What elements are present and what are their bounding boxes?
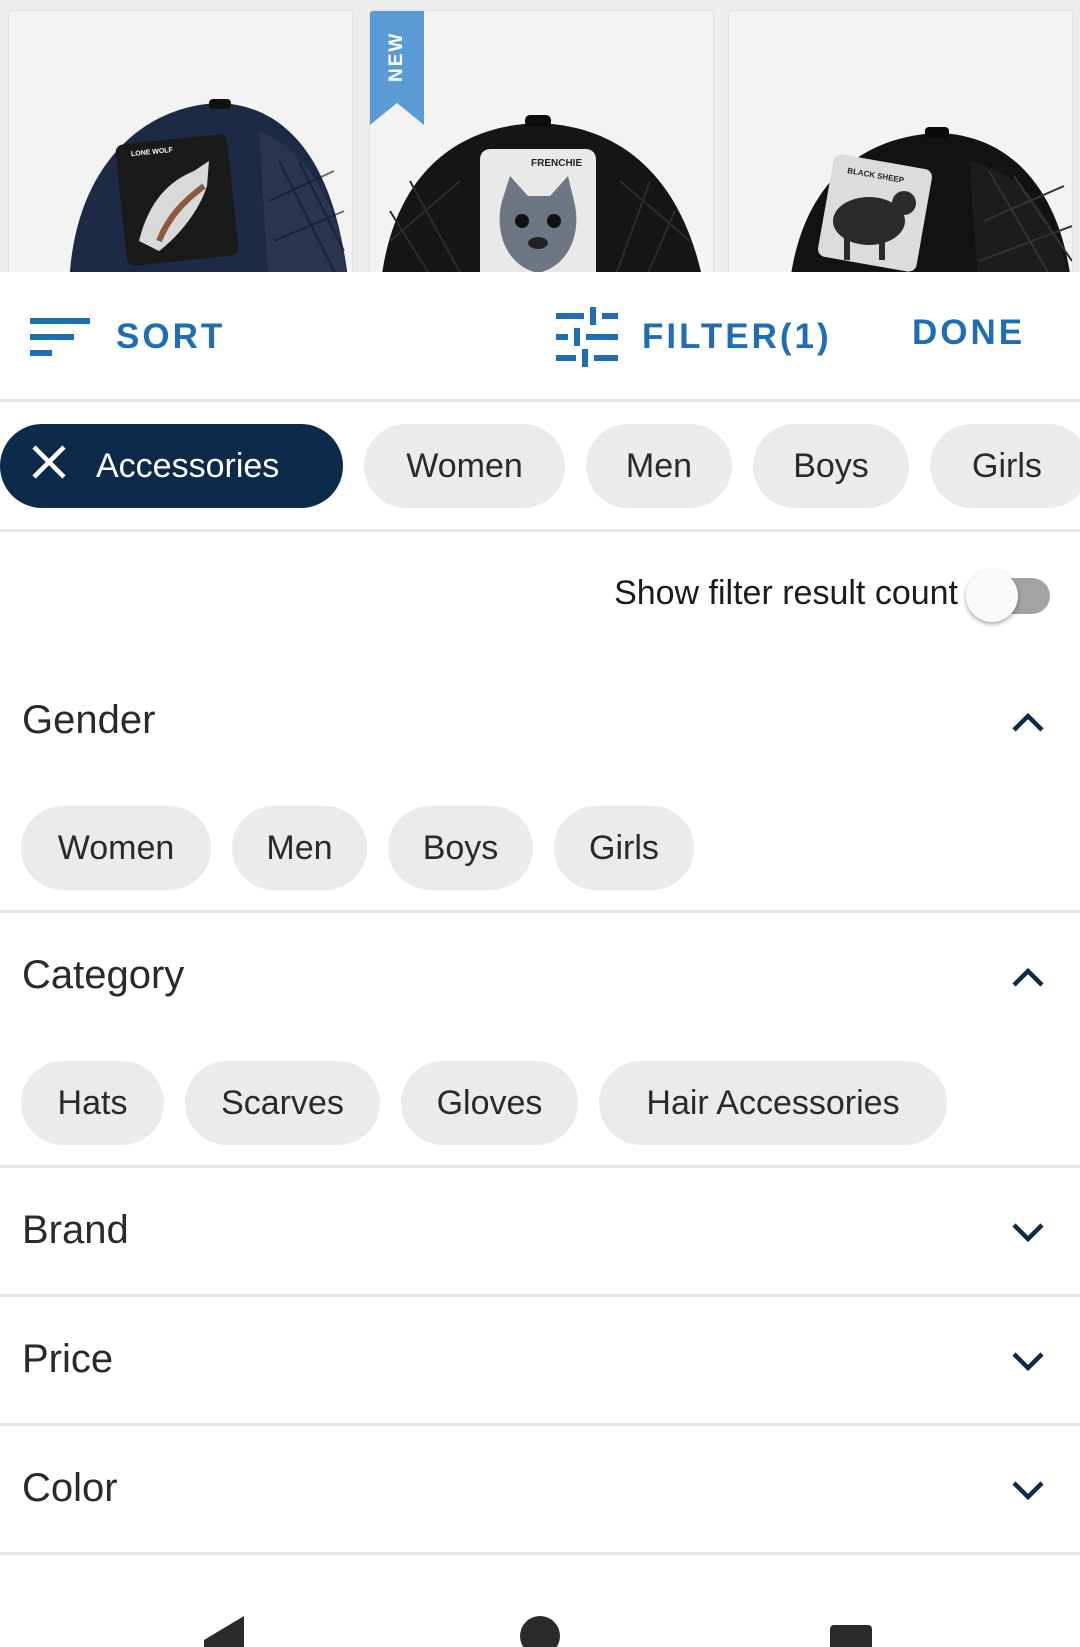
home-circle-icon[interactable] [520, 1616, 560, 1647]
sort-button[interactable]: SORT [30, 272, 225, 402]
back-triangle-icon[interactable] [204, 1616, 244, 1647]
divider [0, 910, 1080, 913]
divider [0, 1423, 1080, 1426]
filter-label: FILTER(1) [642, 317, 832, 356]
chevron-down-icon[interactable] [1008, 1475, 1048, 1505]
divider [0, 1294, 1080, 1297]
chevron-down-icon[interactable] [1008, 1217, 1048, 1247]
chip-label: Accessories [96, 446, 280, 485]
category-option-hats[interactable]: Hats [21, 1061, 164, 1145]
chip-label: Boys [793, 446, 869, 485]
product-card-frenchie[interactable]: NEW FRENCHIE [369, 10, 714, 272]
chip-label: Boys [422, 828, 499, 867]
gender-option-women[interactable]: Women [21, 806, 211, 890]
chip-girls[interactable]: Girls [930, 424, 1080, 508]
chip-accessories-active[interactable]: Accessories [0, 424, 343, 508]
toggle-label: Show filter result count [614, 574, 958, 612]
chip-label: Gloves [436, 1083, 543, 1122]
trucker-hat-image [69, 99, 348, 272]
quick-filter-chips: Accessories Women Men Boys Girls [0, 402, 1080, 532]
chip-label: Girls [972, 446, 1042, 485]
section-title-brand[interactable]: Brand [22, 1208, 129, 1253]
chip-women[interactable]: Women [364, 424, 565, 508]
product-card-lone-wolf[interactable]: LONE WOLF [8, 10, 353, 272]
patch-text: FRENCHIE [531, 158, 583, 169]
chip-boys[interactable]: Boys [753, 424, 909, 508]
chip-label: Women [57, 828, 175, 867]
section-title-category[interactable]: Category [22, 953, 184, 998]
result-count-toggle-row: Show filter result count [0, 548, 1080, 644]
gender-option-men[interactable]: Men [232, 806, 367, 890]
sort-icon [30, 316, 90, 358]
chip-label: Women [406, 446, 523, 485]
divider [0, 1165, 1080, 1168]
system-navigation-bar [0, 1555, 1080, 1647]
new-badge: NEW [370, 11, 424, 125]
chip-label: Men [625, 446, 693, 485]
chevron-up-icon[interactable] [1008, 961, 1048, 991]
done-button[interactable]: DONE [912, 268, 1025, 398]
section-title-color[interactable]: Color [22, 1466, 118, 1511]
recents-square-icon[interactable] [830, 1625, 872, 1647]
filter-button[interactable]: FILTER(1) [556, 272, 832, 402]
section-title-gender[interactable]: Gender [22, 698, 155, 743]
chip-label: Scarves [221, 1083, 344, 1122]
close-icon[interactable] [30, 443, 68, 490]
filter-sliders-icon [556, 306, 618, 368]
sort-label: SORT [116, 317, 226, 356]
chevron-up-icon[interactable] [1008, 706, 1048, 736]
toggle-knob[interactable] [966, 570, 1018, 622]
chip-men[interactable]: Men [586, 424, 732, 508]
chip-label: Girls [589, 828, 659, 867]
gender-option-boys[interactable]: Boys [388, 806, 533, 890]
category-option-scarves[interactable]: Scarves [185, 1061, 380, 1145]
category-option-hair-accessories[interactable]: Hair Accessories [599, 1061, 947, 1145]
chip-label: Hats [57, 1083, 128, 1122]
chip-label: Men [266, 828, 333, 867]
chip-label: Hair Accessories [646, 1083, 900, 1122]
done-label: DONE [912, 313, 1026, 352]
product-strip: LONE WOLF NEW FRENCHIE BLACK SHEEP [0, 0, 1080, 272]
trucker-hat-image [791, 127, 1072, 272]
gender-option-girls[interactable]: Girls [554, 806, 694, 890]
product-card-black-sheep[interactable]: BLACK SHEEP [728, 10, 1073, 272]
new-badge-label: NEW [386, 31, 407, 83]
category-option-gloves[interactable]: Gloves [401, 1061, 578, 1145]
filter-toolbar: SORT FILTER(1) DONE [0, 272, 1080, 402]
chevron-down-icon[interactable] [1008, 1346, 1048, 1376]
section-title-price[interactable]: Price [22, 1337, 113, 1382]
